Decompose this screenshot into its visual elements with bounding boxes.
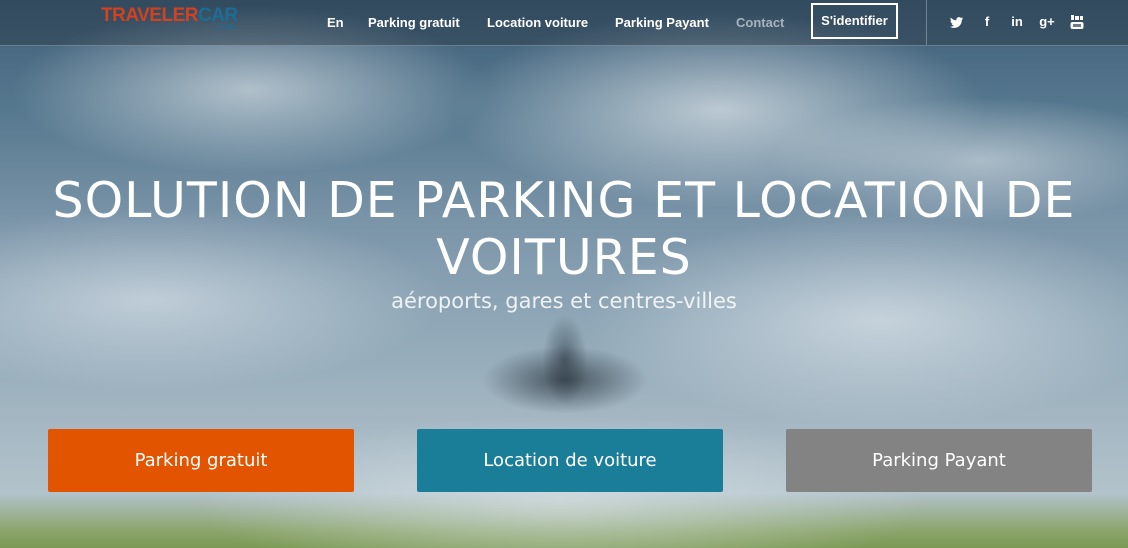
hero-title-line-1: SOLUTION DE PARKING ET LOCATION DE xyxy=(52,172,1076,229)
nav-contact[interactable]: Contact xyxy=(736,15,784,30)
hero-title: SOLUTION DE PARKING ET LOCATION DE VOITU… xyxy=(0,172,1128,286)
twitter-icon[interactable] xyxy=(949,14,965,30)
top-navbar: TRAVELERCAR .com En Parking gratuit Loca… xyxy=(0,0,1128,46)
hero-subtitle: aéroports, gares et centres-villes xyxy=(391,289,737,313)
nav-parking-payant[interactable]: Parking Payant xyxy=(615,15,709,30)
logo[interactable]: TRAVELERCAR .com xyxy=(101,6,238,33)
parking-gratuit-button[interactable]: Parking gratuit xyxy=(48,429,354,492)
youtube-icon[interactable] xyxy=(1069,14,1085,30)
facebook-icon[interactable]: f xyxy=(979,14,995,30)
linkedin-icon[interactable]: in xyxy=(1009,14,1025,30)
googleplus-icon-glyph: g+ xyxy=(1039,14,1055,29)
nav-location-voiture[interactable]: Location voiture xyxy=(487,15,588,30)
parking-payant-button[interactable]: Parking Payant xyxy=(786,429,1092,492)
location-voiture-button[interactable]: Location de voiture xyxy=(417,429,723,492)
login-button[interactable]: S'identifier xyxy=(811,3,898,39)
nav-language-switch[interactable]: En xyxy=(327,15,344,30)
nav-divider xyxy=(926,0,927,45)
facebook-icon-glyph: f xyxy=(984,14,990,29)
hero-title-line-2: VOITURES xyxy=(436,229,692,286)
nav-parking-gratuit[interactable]: Parking gratuit xyxy=(368,15,460,30)
googleplus-icon[interactable]: g+ xyxy=(1039,14,1055,30)
linkedin-icon-glyph: in xyxy=(1011,14,1023,29)
logo-text-traveler: TRAVELER xyxy=(101,5,198,26)
